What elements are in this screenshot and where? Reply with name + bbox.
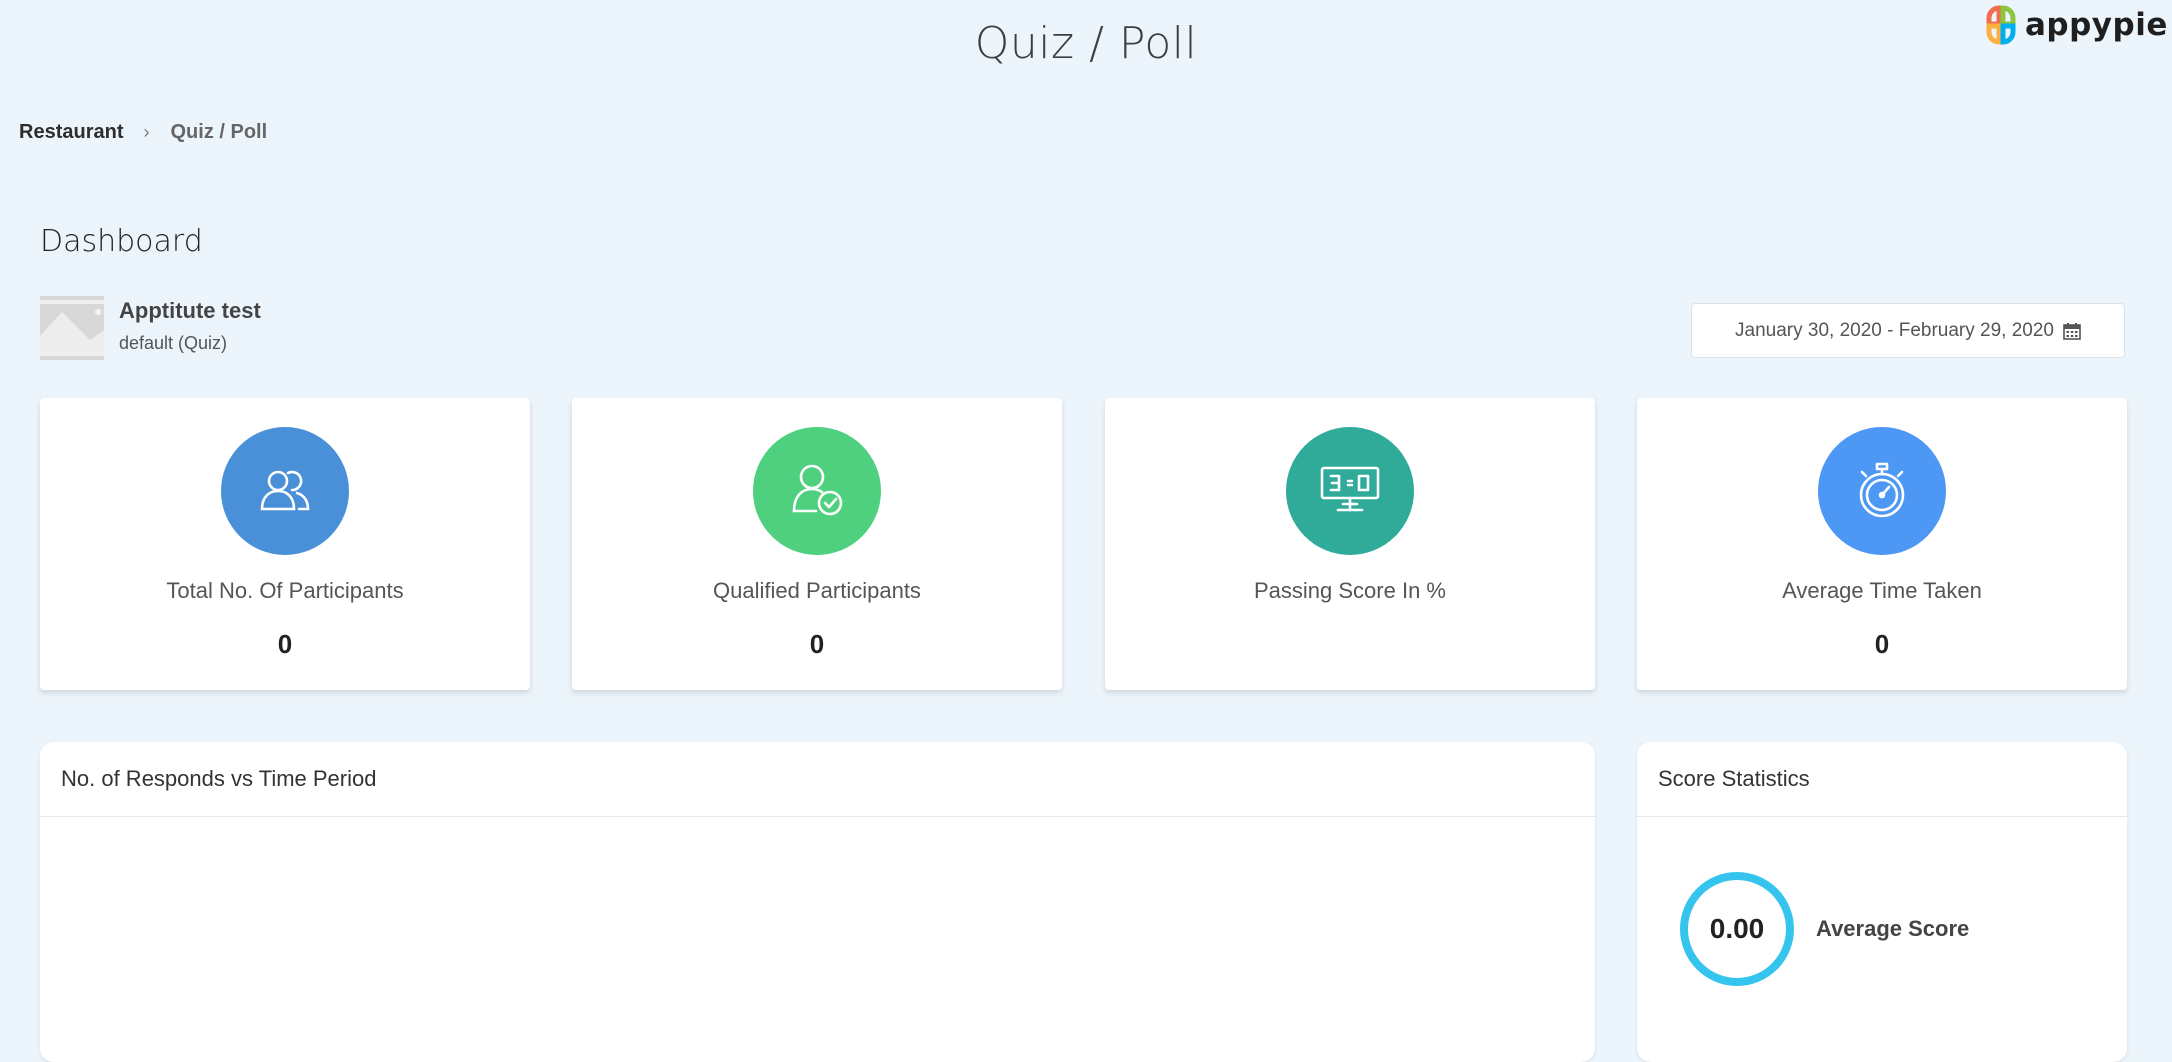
stat-card-average-time: Average Time Taken 0: [1637, 398, 2127, 690]
panel-title: No. of Responds vs Time Period: [40, 742, 1595, 817]
average-score-label: Average Score: [1816, 916, 1970, 941]
stopwatch-icon: [1818, 427, 1946, 555]
breadcrumb-root-link[interactable]: Restaurant: [19, 121, 123, 144]
stat-card-passing-score: Passing Score In %: [1105, 398, 1595, 690]
date-range-value: January 30, 2020 - February 29, 2020: [1735, 319, 2054, 341]
breadcrumb: Restaurant › Quiz / Poll: [19, 121, 267, 144]
page-title: Quiz / Poll: [974, 18, 1198, 69]
appypie-logo-icon: [1986, 5, 2016, 45]
stat-value: 0: [1874, 629, 1890, 659]
stat-label: Passing Score In %: [1254, 578, 1446, 603]
scoreboard-icon: [1286, 427, 1414, 555]
quiz-type: default (Quiz): [119, 333, 228, 353]
panel-title: Score Statistics: [1637, 742, 2127, 817]
responses-chart-panel: No. of Responds vs Time Period: [40, 742, 1595, 1062]
stat-label: Qualified Participants: [713, 578, 921, 603]
calendar-icon: [2063, 322, 2081, 340]
breadcrumb-chevron-icon: ›: [143, 122, 150, 142]
users-icon: [221, 427, 349, 555]
appypie-logo[interactable]: appypie: [1981, 2, 2168, 48]
stat-label: Average Time Taken: [1782, 578, 1982, 603]
breadcrumb-current: Quiz / Poll: [170, 121, 268, 143]
quiz-name: Apptitute test: [119, 298, 261, 323]
stat-value: 0: [809, 629, 825, 659]
quiz-thumbnail-image-icon: [40, 296, 104, 360]
section-title: Dashboard: [40, 224, 203, 259]
average-score-ring: 0.00: [1680, 872, 1794, 986]
stat-card-total-participants: Total No. Of Participants 0: [40, 398, 530, 690]
stat-card-qualified-participants: Qualified Participants 0: [572, 398, 1062, 690]
user-check-icon: [753, 427, 881, 555]
logo-text: appypie: [2025, 7, 2168, 43]
date-range-picker[interactable]: January 30, 2020 - February 29, 2020: [1691, 303, 2125, 358]
stat-label: Total No. Of Participants: [166, 578, 404, 603]
stat-value: 0: [277, 629, 293, 659]
